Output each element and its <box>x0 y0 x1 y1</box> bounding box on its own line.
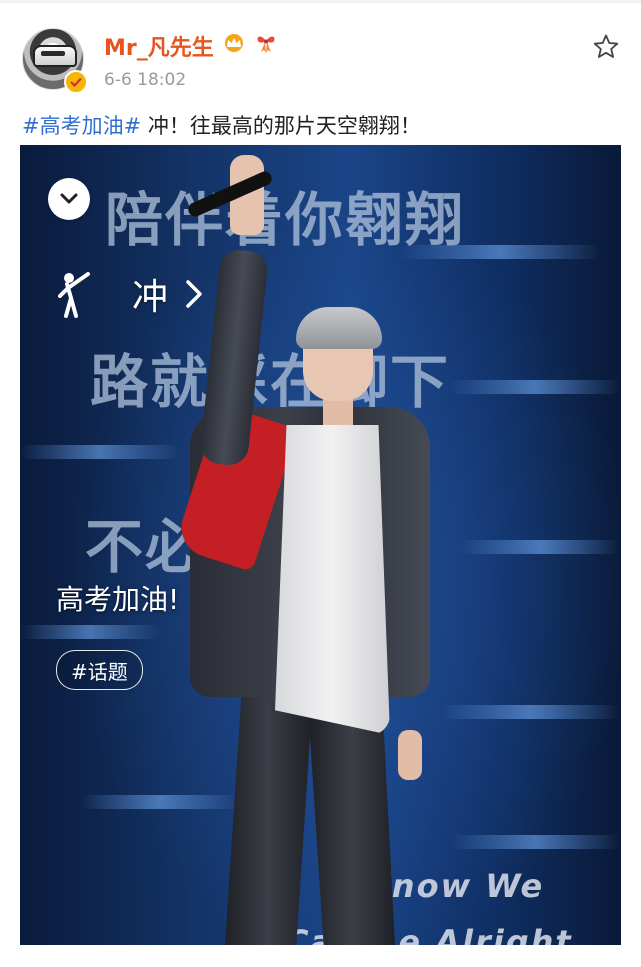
verified-badge-icon <box>64 70 88 94</box>
star-outline-icon[interactable] <box>592 33 620 61</box>
overlay-title: 高考加油! <box>56 583 180 616</box>
cheering-person-icon <box>58 272 90 318</box>
post-image[interactable]: 陪伴着你翱翔 路就踩在脚下 不必害怕 Know We Can Be Alrigh… <box>20 145 621 945</box>
weibo-post: Mr_凡先生 6-6 18:02 #高考加油# 冲！往最高的那片天空翱翔！ 陪伴… <box>0 0 641 967</box>
post-caption: #高考加油# 冲！往最高的那片天空翱翔！ <box>22 110 421 140</box>
chevron-down-icon <box>60 193 78 204</box>
post-timestamp: 6-6 18:02 <box>104 70 187 90</box>
author-name[interactable]: Mr_凡先生 <box>104 30 214 62</box>
gift-bow-icon[interactable] <box>254 32 278 54</box>
author-avatar[interactable] <box>22 28 88 94</box>
cheer-action-link[interactable]: 冲 <box>58 270 204 318</box>
cheer-action-label: 冲 <box>132 277 169 318</box>
crown-icon[interactable] <box>222 32 246 54</box>
performer-figure <box>20 145 621 945</box>
chevron-right-icon <box>186 280 202 308</box>
topic-chip[interactable]: #话题 <box>56 650 143 690</box>
collapse-button[interactable] <box>48 178 90 220</box>
post-text: 冲！往最高的那片天空翱翔！ <box>141 114 421 138</box>
author-badges <box>222 32 278 54</box>
top-divider <box>0 0 641 3</box>
post-hashtag-link[interactable]: #高考加油# <box>22 114 141 138</box>
